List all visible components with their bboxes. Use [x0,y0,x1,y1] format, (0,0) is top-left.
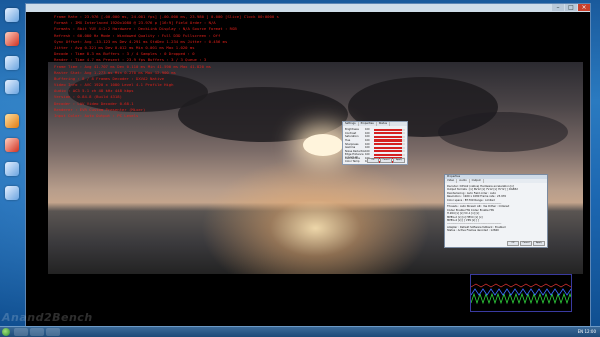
slider-fill [374,142,402,146]
slider-value: 100 [365,142,370,146]
cancel-button[interactable]: Cancel [380,158,392,163]
stats-line: Input Color: Auto Output : PC Levels [54,113,139,118]
properties-tabs: Video Audio Output [445,179,547,183]
desktop-icons [3,8,21,210]
tool-icon[interactable] [5,138,19,152]
slider-fill [374,135,402,138]
slider-value: 100 [365,146,370,150]
graph-trace-red [470,283,572,288]
graph-trace-blue [470,288,572,296]
dialog-buttons: OK Cancel Apply [367,158,405,163]
tab-video[interactable]: Video [445,179,458,183]
slider-label: Color Temp [345,160,360,164]
slider-track[interactable] [374,132,405,135]
media-app-icon[interactable] [5,32,19,46]
app-icon[interactable] [5,162,19,176]
slider-track[interactable] [374,153,405,156]
checkbox-label: Lock all [348,156,358,159]
slider-label: Hue [345,138,351,142]
slider-fill [374,153,402,156]
settings-dialog: Settings Properties Status Brightness 100… [342,121,408,165]
taskbar-item[interactable] [46,328,60,336]
properties-content: Decoder: DXVA2 (native) Hardware acceler… [447,185,545,232]
taskbar-item[interactable] [14,328,28,336]
system-tray: EN 12:00 [578,328,596,336]
slider-value: 100 [365,131,370,135]
tab-output[interactable]: Output [470,179,484,183]
watermark-text: Anand2Bench [2,311,93,324]
folder-icon[interactable] [5,80,19,94]
slider-track[interactable] [374,139,405,142]
dialog-tabs: Settings Properties Status [343,122,407,126]
slider-value: 100 [365,149,370,153]
recycle-bin-icon[interactable] [5,186,19,200]
slider-track[interactable] [374,135,405,138]
slider-fill [374,128,402,131]
slider-value: 100 [365,128,370,132]
slider-label: Sharpness [345,142,359,146]
clock[interactable]: 12:00 [584,329,596,334]
slider-value: 100 [365,138,370,142]
start-button[interactable] [2,328,10,336]
apply-button[interactable]: Apply [393,158,405,163]
cloud-shape [438,112,568,152]
close-button[interactable]: × [578,4,590,11]
minimize-button[interactable]: – [552,4,564,11]
ok-button[interactable]: OK [507,241,519,246]
slider-value: 100 [365,135,370,139]
maximize-button[interactable]: □ [565,4,577,11]
slider-track[interactable] [374,150,405,153]
timing-graph-svg [470,283,572,305]
decoder-properties-window: Properties Video Audio Output Decoder: D… [444,174,548,248]
tab-status[interactable]: Status [377,122,391,126]
graph-trace-green [470,292,572,305]
network-icon[interactable] [5,56,19,70]
cancel-button[interactable]: Cancel [520,241,532,246]
sun-glow [303,134,343,156]
slider-value: 100 [365,153,370,157]
slider-label: Gamma [345,146,356,150]
slider-track[interactable] [374,142,405,146]
slider-track[interactable] [374,128,405,131]
slider-fill [374,139,402,142]
taskbar: EN 12:00 [0,326,600,337]
timing-graph [470,274,572,312]
slider-fill [374,146,402,149]
stats-overlay: Frame Rate : 23.976 [-00.000 ms, 24.001 … [54,14,384,119]
properties-buttons: OK Cancel Apply [507,241,545,246]
taskbar-item[interactable] [30,328,44,336]
property-line: Status : Active Frames decoded : 12840 [447,229,499,233]
title-bar: – □ × [26,4,590,12]
slider-track[interactable] [374,146,405,149]
shortcut-icon[interactable] [5,114,19,128]
slider-label: Saturation [345,135,359,139]
slider-label: Brightness [345,128,359,132]
ok-button[interactable]: OK [367,158,379,163]
tab-settings[interactable]: Settings [343,122,359,126]
lock-checkbox[interactable]: ☐ Lock all [345,156,358,159]
tab-audio[interactable]: Audio [457,179,470,183]
slider-label: Noise Reduction [345,149,365,153]
computer-icon[interactable] [5,8,19,22]
slider-label: Contrast [345,131,357,135]
slider-fill [374,132,402,135]
slider-fill [374,150,402,153]
tab-properties[interactable]: Properties [359,122,377,126]
apply-button[interactable]: Apply [533,241,545,246]
language-indicator[interactable]: EN [578,329,584,334]
